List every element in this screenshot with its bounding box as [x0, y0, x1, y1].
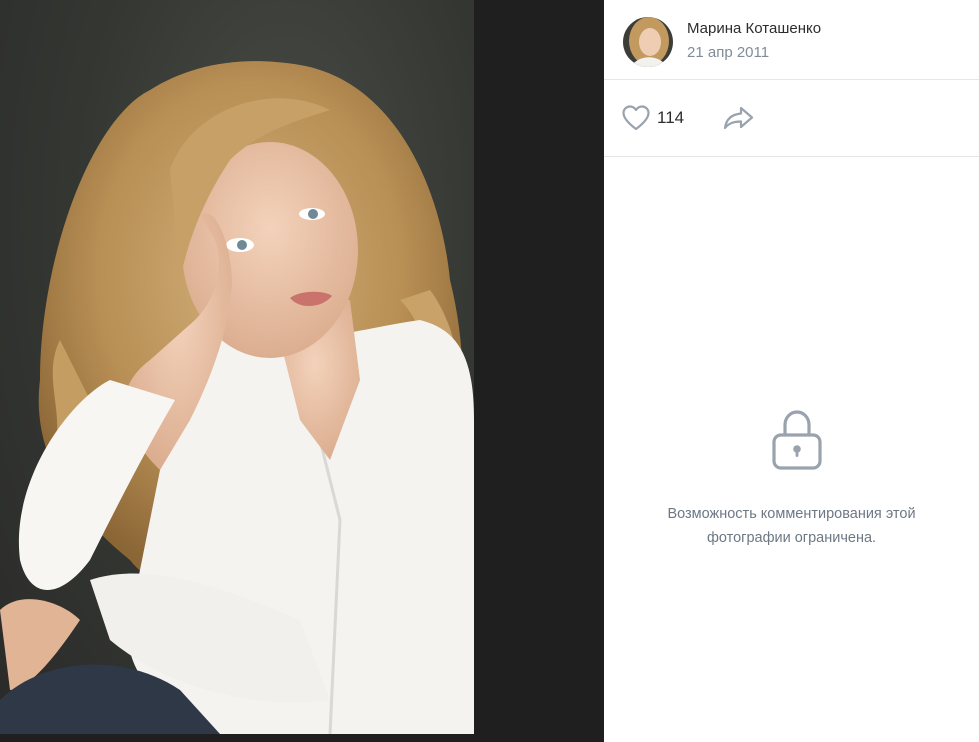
portrait-photo-image — [0, 61, 474, 734]
author-avatar[interactable] — [623, 17, 673, 67]
photo[interactable] — [0, 0, 474, 734]
share-icon — [723, 106, 754, 130]
like-button[interactable]: 114 — [622, 103, 684, 133]
like-count: 114 — [657, 108, 685, 127]
post-actions: 114 — [604, 80, 979, 157]
avatar-image — [623, 17, 673, 67]
lock-icon — [772, 410, 822, 470]
share-button[interactable] — [722, 105, 756, 131]
comments-area: Возможность комментирования этой фотогра… — [604, 157, 979, 742]
photo-viewer — [0, 0, 604, 742]
photo-info-panel: Марина Коташенко 21 апр 2011 114 Возможн… — [604, 0, 979, 742]
comments-restricted-message: Возможность комментирования этой фотогра… — [667, 506, 916, 546]
author-name-link[interactable]: Марина Коташенко — [687, 20, 821, 37]
post-date[interactable]: 21 апр 2011 — [687, 44, 769, 61]
post-header: Марина Коташенко 21 апр 2011 — [604, 0, 979, 80]
heart-icon — [622, 105, 650, 131]
